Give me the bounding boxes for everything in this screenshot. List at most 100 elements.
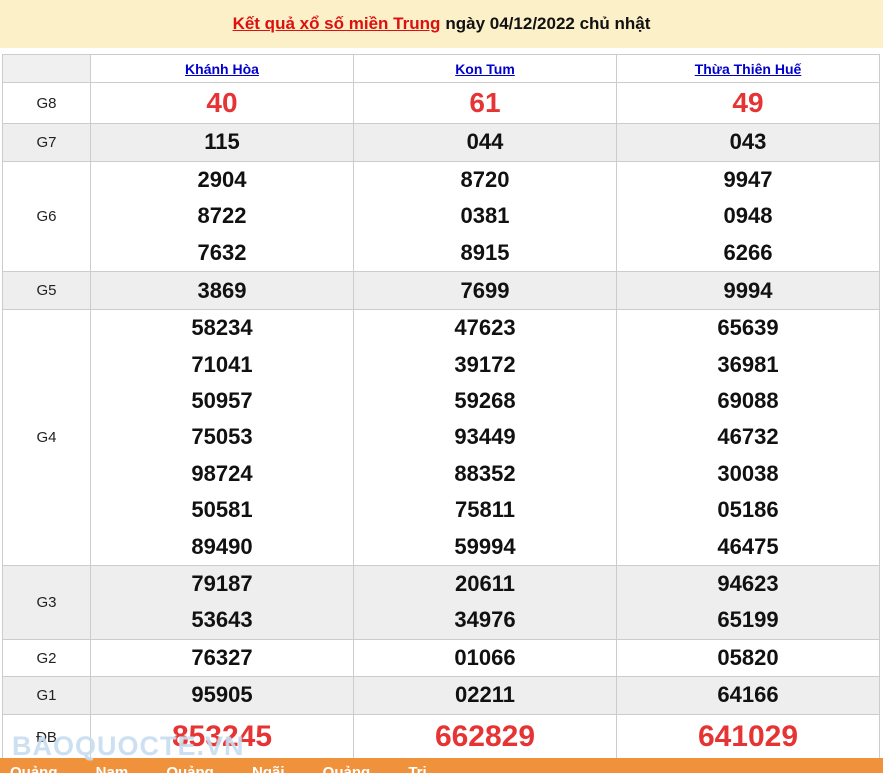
prize-number: 9994 <box>723 277 773 303</box>
prize-numbers-cell: 95905 <box>90 676 354 715</box>
prize-label: G8 <box>2 82 91 124</box>
prize-numbers-cell: 47623 39172 59268 93449 88352 75811 59994 <box>353 309 617 567</box>
prize-number: 64166 <box>717 682 779 708</box>
prize-number: 59268 <box>454 388 516 414</box>
footer-bar: Quảng Nam Quảng Ngãi Quảng Trị <box>0 758 883 773</box>
prize-label: G4 <box>2 309 91 567</box>
prize-number: 65639 <box>717 315 779 341</box>
prize-number: 05820 <box>717 644 779 670</box>
province-link-thua-thien-hue[interactable]: Thừa Thiên Huế <box>695 61 802 77</box>
prize-numbers-cell: 05820 <box>616 638 880 678</box>
prize-number: 0948 <box>723 203 773 229</box>
prize-number: 71041 <box>191 351 253 377</box>
prize-number: 8720 <box>460 167 510 192</box>
prize-numbers-cell: 9994 <box>616 271 880 311</box>
prize-numbers-cell: 40 <box>90 82 354 124</box>
prize-numbers-cell: 8720 0381 8915 <box>353 160 617 273</box>
prize-numbers-cell: 01066 <box>353 638 617 678</box>
prize-number: 853245 <box>171 720 273 754</box>
prize-numbers-cell: 7699 <box>353 271 617 311</box>
prize-number: 46475 <box>717 533 779 559</box>
prize-numbers-cell: 58234 71041 50957 75053 98724 50581 89490 <box>90 309 354 567</box>
prize-number: 3869 <box>197 277 247 303</box>
results-table: Khánh Hòa Kon Tum Thừa Thiên Huế G8 40 61 4… <box>2 54 880 761</box>
prize-numbers-cell: 853245 <box>90 713 354 761</box>
table-row: G8 40 61 49 <box>2 82 880 124</box>
prize-number: 02211 <box>455 682 515 708</box>
prize-number: 2904 <box>197 167 247 192</box>
prize-numbers-cell: 3869 <box>90 271 354 311</box>
prize-number: 47623 <box>454 315 516 341</box>
prize-numbers-cell: 65639 36981 69088 46732 30038 05186 46475 <box>616 309 880 567</box>
prize-numbers-cell: 76327 <box>90 638 354 678</box>
prize-number: 39172 <box>454 351 516 377</box>
prize-number: 115 <box>204 129 240 155</box>
prize-number: 8722 <box>197 203 247 229</box>
prize-label: G7 <box>2 123 91 162</box>
prize-number: 36981 <box>717 351 779 377</box>
prize-numbers-cell: 79187 53643 <box>90 565 354 640</box>
title-link[interactable]: Kết quả xổ số miền Trung <box>233 14 441 34</box>
prize-label: G5 <box>2 271 91 311</box>
column-header-thua-thien-hue: Thừa Thiên Huế <box>616 54 880 83</box>
prize-numbers-cell: 61 <box>353 82 617 124</box>
prize-number: 89490 <box>191 533 253 559</box>
prize-numbers-cell: 64166 <box>616 676 880 715</box>
prize-numbers-cell: 2904 8722 7632 <box>90 160 354 273</box>
table-row: G3 79187 53643 20611 34976 94623 65199 <box>2 565 880 640</box>
prize-number: 76327 <box>191 644 253 670</box>
prize-number: 8915 <box>460 239 510 265</box>
prize-numbers-cell: 662829 <box>353 713 617 761</box>
table-row: G4 58234 71041 50957 75053 98724 50581 89490 476… <box>2 309 880 567</box>
table-row: G5 3869 7699 9994 <box>2 271 880 311</box>
prize-label: ĐB <box>2 713 91 761</box>
prize-number: 93449 <box>454 424 516 450</box>
prize-number: 641029 <box>697 720 799 754</box>
prize-number: 94623 <box>717 571 779 597</box>
prize-numbers-cell: 044 <box>353 123 617 162</box>
prize-numbers-cell: 043 <box>616 123 880 162</box>
prize-number: 044 <box>466 129 504 155</box>
prize-number: 50957 <box>191 388 253 414</box>
prize-number: 6266 <box>723 239 773 265</box>
prize-numbers-cell: 49 <box>616 82 880 124</box>
prize-number: 7632 <box>197 239 247 265</box>
prize-number: 53643 <box>191 607 253 633</box>
table-row: G2 76327 01066 05820 <box>2 638 880 678</box>
prize-number: 65199 <box>717 607 779 633</box>
prize-number: 50581 <box>191 497 253 523</box>
prize-number: 662829 <box>434 720 536 754</box>
title-banner: Kết quả xổ số miền Trung ngày 04/12/2022… <box>0 0 883 48</box>
prize-numbers-cell: 20611 34976 <box>353 565 617 640</box>
prize-number: 01066 <box>454 644 516 670</box>
prize-number: 40 <box>206 87 238 118</box>
table-row: G6 2904 8722 7632 8720 0381 8915 9947 0948 6266 <box>2 160 880 273</box>
prize-number: 75053 <box>191 424 253 450</box>
results-body: G8 40 61 49 G7 115 044 043 G6 2904 8722 7632 8720 038… <box>2 82 880 761</box>
prize-number: 75811 <box>455 497 515 523</box>
province-link-kon-tum[interactable]: Kon Tum <box>455 61 515 77</box>
prize-numbers-cell: 02211 <box>353 676 617 715</box>
prize-number: 59994 <box>454 533 516 559</box>
prize-numbers-cell: 9947 0948 6266 <box>616 160 880 273</box>
prize-number: 58234 <box>191 315 253 341</box>
prize-number: 043 <box>729 129 767 155</box>
title-date: ngày 04/12/2022 chủ nhật <box>445 14 651 33</box>
prize-numbers-cell: 115 <box>90 123 354 162</box>
prize-number: 95905 <box>191 682 253 708</box>
prize-number: 98724 <box>191 460 253 486</box>
prize-number: 69088 <box>717 388 779 414</box>
table-row: ĐB 853245 662829 641029 <box>2 713 880 761</box>
prize-number: 9947 <box>723 167 773 192</box>
prize-number: 34976 <box>454 607 516 633</box>
prize-number: 49 <box>732 87 764 118</box>
prize-numbers-cell: 94623 65199 <box>616 565 880 640</box>
prize-label: G2 <box>2 638 91 678</box>
prize-numbers-cell: 641029 <box>616 713 880 761</box>
province-link-khanh-hoa[interactable]: Khánh Hòa <box>185 61 259 77</box>
corner-cell <box>2 54 91 83</box>
prize-number: 30038 <box>717 460 779 486</box>
table-row: G1 95905 02211 64166 <box>2 676 880 715</box>
footer-cropped-text: Quảng Nam Quảng Ngãi Quảng Trị <box>10 764 427 773</box>
prize-number: 20611 <box>455 571 515 597</box>
